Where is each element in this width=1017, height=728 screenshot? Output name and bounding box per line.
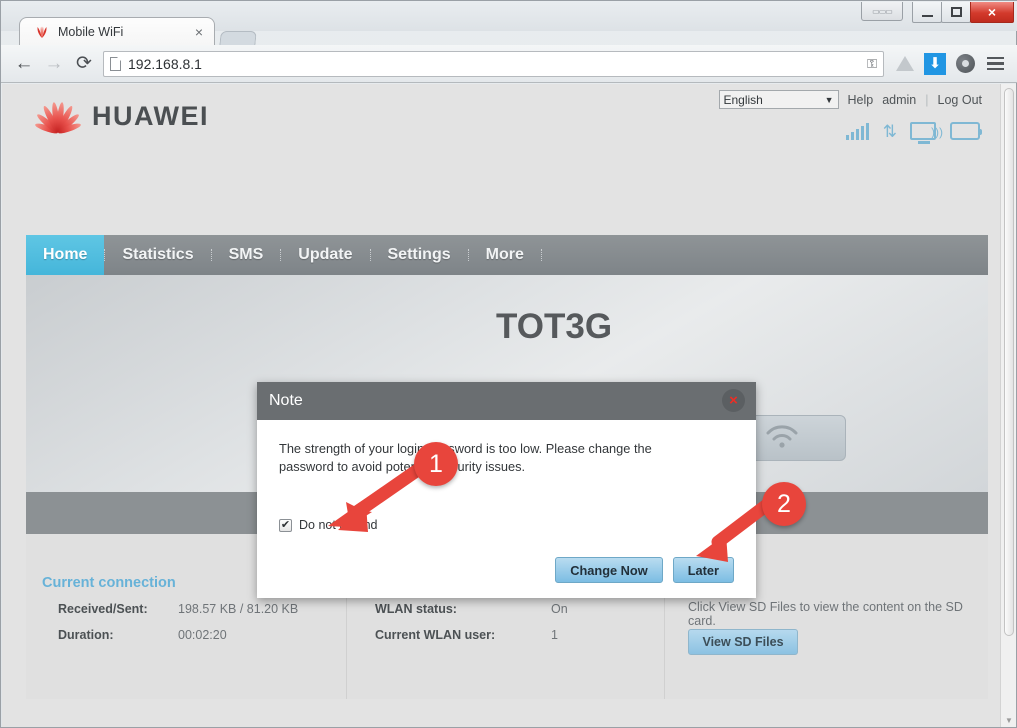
forward-button[interactable]: → [39, 50, 69, 78]
dialog-title-bar: Note × [257, 382, 756, 420]
wlan-status-label: WLAN status: [375, 602, 457, 616]
help-link[interactable]: Help [848, 93, 874, 107]
site-header: HUAWEI English ▼ Help admin | Log Out ⇅ … [2, 84, 1000, 153]
link-separator: | [925, 92, 929, 107]
tab-close-icon[interactable]: × [192, 25, 206, 39]
data-transfer-icon: ⇅ [882, 122, 897, 141]
dialog-close-icon[interactable]: × [722, 389, 745, 412]
nav-item-update[interactable]: Update [281, 235, 369, 275]
download-extension-icon[interactable]: ⬇ [920, 50, 950, 78]
current-connection-title: Current connection [42, 575, 176, 591]
nav-item-sms[interactable]: SMS [212, 235, 281, 275]
received-sent-label: Received/Sent: [58, 602, 148, 616]
address-bar[interactable]: 192.168.8.1 ⚿ [103, 50, 884, 77]
admin-user-label: admin [882, 92, 917, 107]
change-now-button[interactable]: Change Now [555, 557, 663, 583]
huawei-logo: HUAWEI [34, 98, 209, 135]
tab-mobile-wifi[interactable]: Mobile WiFi × [19, 17, 215, 45]
tab-strip: Mobile WiFi × [1, 15, 1017, 47]
language-select[interactable]: English ▼ [718, 90, 839, 109]
nav-item-settings[interactable]: Settings [371, 235, 468, 275]
logout-link[interactable]: Log Out [938, 93, 982, 107]
page-scrollbar[interactable]: ▼ [1000, 84, 1016, 727]
annotation-marker-1: 1 [414, 442, 458, 486]
nav-item-more[interactable]: More [469, 235, 541, 275]
view-sd-files-button[interactable]: View SD Files [688, 629, 798, 655]
reload-button[interactable]: ⟳ [69, 50, 99, 78]
nav-separator [540, 249, 542, 261]
chevron-down-icon: ▼ [824, 94, 834, 105]
film-reel-extension-icon[interactable] [950, 50, 980, 78]
network-name: TOT3G [496, 307, 613, 346]
huawei-router-page: HUAWEI English ▼ Help admin | Log Out ⇅ … [2, 84, 1000, 727]
huawei-flower-icon [34, 98, 82, 135]
dialog-title: Note [269, 392, 303, 409]
current-wlan-user-value: 1 [551, 628, 558, 642]
duration-label: Duration: [58, 628, 114, 642]
wlan-device-icon: ))) [910, 122, 943, 144]
nav-item-statistics[interactable]: Statistics [105, 235, 210, 275]
page-viewport: HUAWEI English ▼ Help admin | Log Out ⇅ … [2, 84, 1016, 727]
signal-bars-icon [845, 123, 869, 140]
header-links: English ▼ Help admin | Log Out [718, 90, 982, 109]
scroll-down-icon[interactable]: ▼ [1005, 716, 1013, 725]
page-document-icon [110, 56, 121, 71]
status-icons: ⇅ ))) [845, 122, 982, 144]
tab-title: Mobile WiFi [58, 24, 124, 39]
received-sent-value: 198.57 KB / 81.20 KB [178, 602, 299, 616]
main-navigation: Home Statistics SMS Update Settings More [26, 235, 988, 275]
wlan-status-value: On [551, 602, 568, 616]
browser-toolbar: ← → ⟳ 192.168.8.1 ⚿ ⬇ [1, 45, 1017, 83]
checkbox-checked-icon[interactable]: ✔ [279, 518, 292, 532]
url-text: 192.168.8.1 [128, 55, 202, 72]
scrollbar-thumb[interactable] [1004, 88, 1014, 636]
brand-name: HUAWEI [92, 100, 209, 131]
language-value: English [723, 92, 763, 107]
annotation-marker-2: 2 [762, 482, 806, 526]
current-wlan-user-label: Current WLAN user: [375, 628, 496, 642]
sd-card-hint: Click View SD Files to view the content … [688, 600, 963, 628]
key-icon[interactable]: ⚿ [867, 56, 877, 72]
drive-extension-icon[interactable] [890, 50, 920, 78]
duration-value: 00:02:20 [178, 628, 227, 642]
browser-window: ▭▭▭ × Mobile WiFi × ← → ⟳ 192.168.8.1 ⚿ … [0, 0, 1017, 728]
huawei-favicon-icon [34, 24, 50, 40]
browser-menu-icon[interactable] [980, 50, 1010, 78]
back-button[interactable]: ← [9, 50, 39, 78]
nav-item-home[interactable]: Home [26, 235, 105, 275]
battery-icon [950, 122, 982, 140]
